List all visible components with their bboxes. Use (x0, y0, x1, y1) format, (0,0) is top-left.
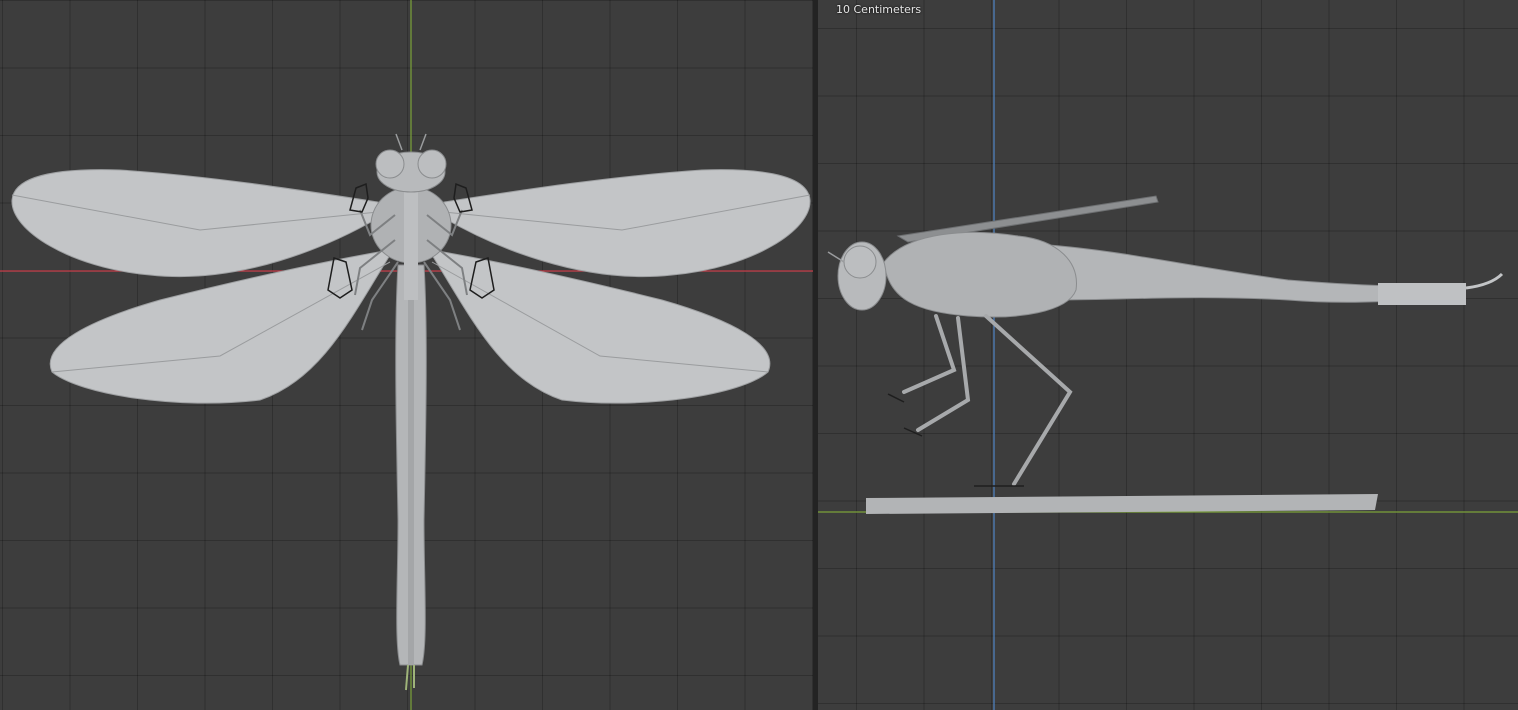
ground-plane (866, 494, 1378, 514)
tail-tip (405, 664, 409, 691)
viewport-top[interactable] (0, 0, 813, 710)
top-view-canvas (0, 0, 813, 710)
wing-upper-right (443, 169, 811, 278)
dragonfly-side-model[interactable] (827, 195, 1504, 514)
wing-upper-left (11, 169, 379, 278)
side-view-canvas (818, 0, 1518, 710)
side-legs (902, 314, 1073, 486)
dragonfly-top-model[interactable] (11, 133, 811, 691)
viewport-side[interactable]: 10 Centimeters (818, 0, 1518, 710)
tail-appendage (1465, 272, 1504, 290)
side-abdomen (1047, 244, 1409, 303)
side-thorax (883, 231, 1077, 318)
side-eye (843, 245, 877, 279)
tail-block (1378, 283, 1466, 305)
eye-right (417, 149, 447, 179)
eye-left (375, 149, 405, 179)
grid-scale-label: 10 Centimeters (836, 3, 922, 16)
